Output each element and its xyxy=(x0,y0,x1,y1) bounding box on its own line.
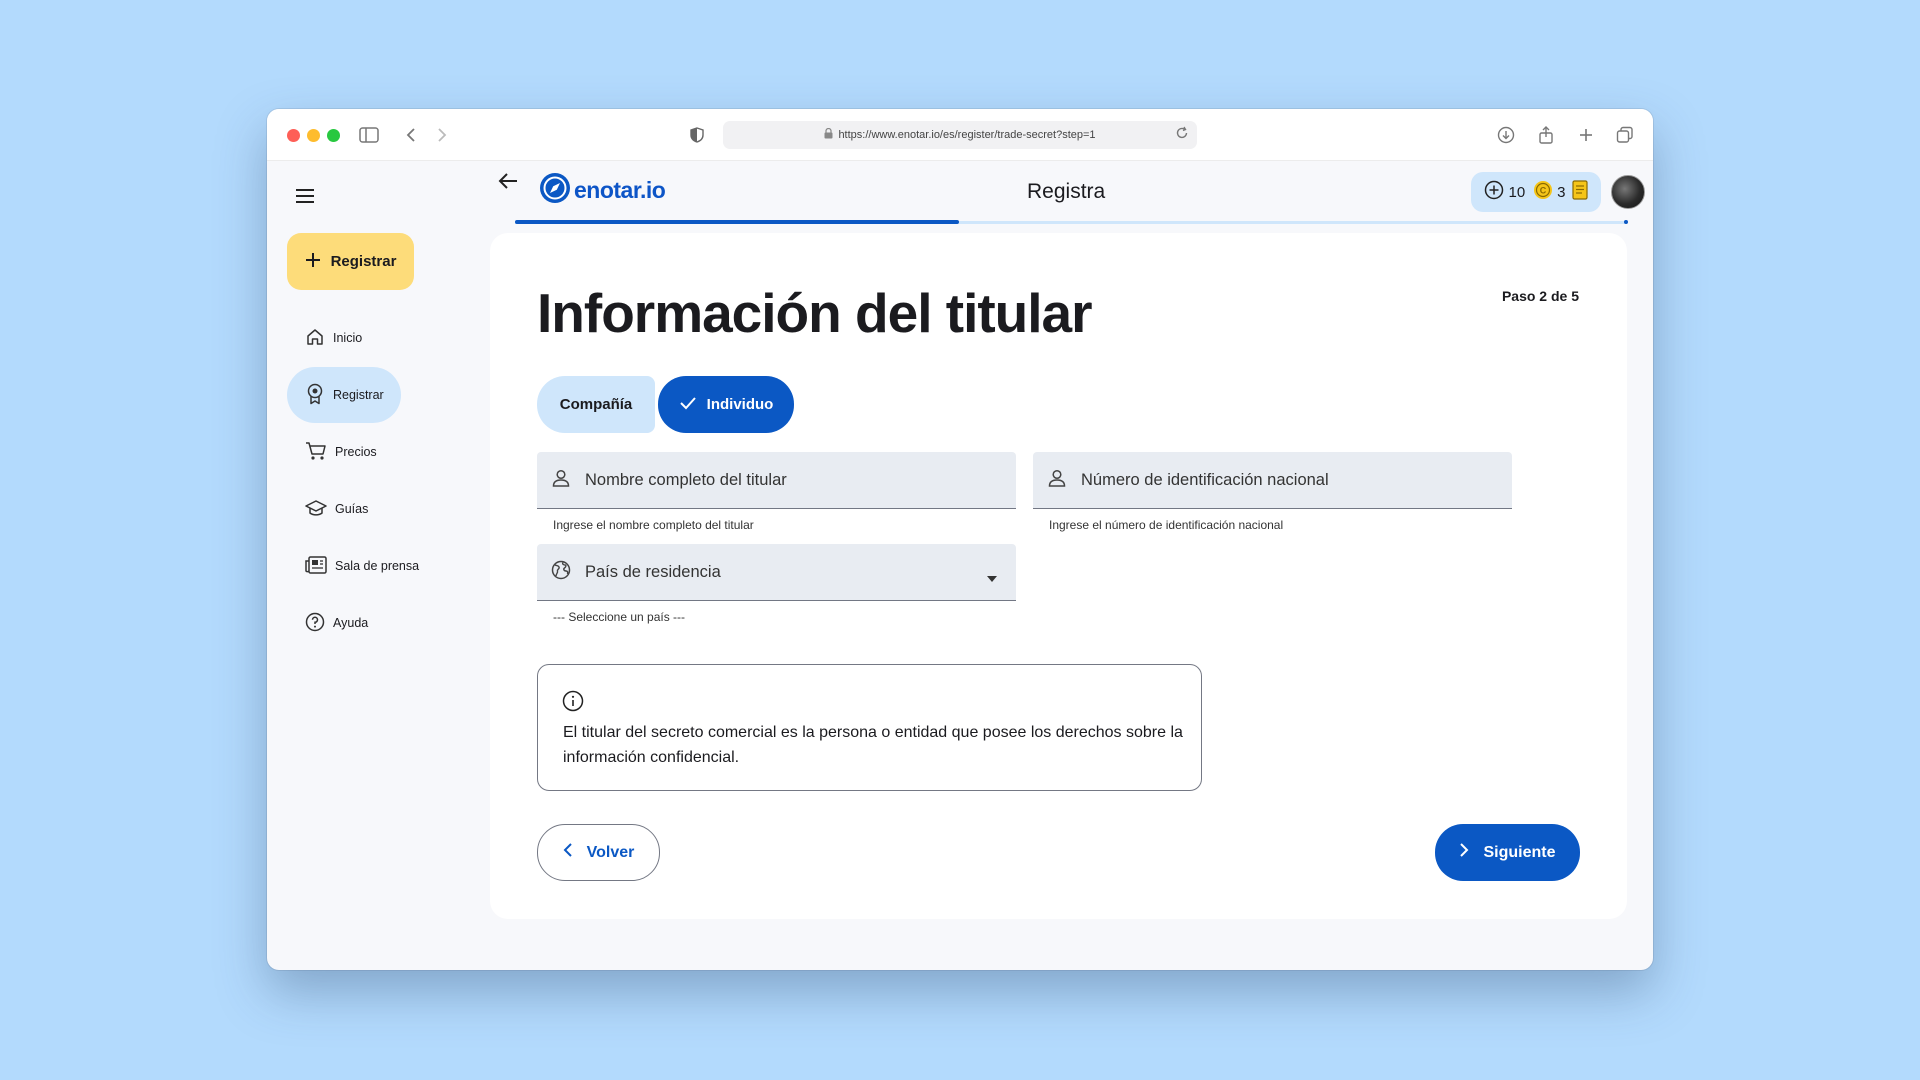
page-title: Información del titular xyxy=(537,282,1093,344)
sidebar-item-label: Precios xyxy=(335,445,377,459)
sidebar: Registrar Inicio Registrar Precios Guías xyxy=(267,161,487,970)
info-icon xyxy=(562,690,584,717)
sidebar-item-registrar[interactable]: Registrar xyxy=(287,367,401,423)
next-button[interactable]: Siguiente xyxy=(1435,824,1580,881)
next-button-label: Siguiente xyxy=(1483,843,1556,861)
download-icon[interactable] xyxy=(1494,123,1518,147)
page-header-title: Registra xyxy=(1027,180,1106,203)
home-icon xyxy=(305,327,325,350)
coin-icon: C xyxy=(1533,180,1553,204)
country-select-label: País de residencia xyxy=(585,562,721,581)
plus-credit-count: 10 xyxy=(1508,183,1526,201)
browser-forward-icon[interactable] xyxy=(430,123,454,147)
sidebar-item-ayuda[interactable]: Ayuda xyxy=(287,595,401,651)
privacy-shield-icon[interactable] xyxy=(685,123,709,147)
country-select[interactable]: País de residencia xyxy=(537,544,1016,601)
entity-type-label: Compañía xyxy=(559,396,633,413)
close-window-button[interactable] xyxy=(287,129,300,142)
register-cta-label: Registrar xyxy=(330,253,397,270)
entity-type-company-button[interactable]: Compañía xyxy=(537,376,655,433)
plus-circle-icon xyxy=(1484,180,1504,204)
entity-type-label: Individuo xyxy=(706,396,774,413)
chevron-down-icon xyxy=(986,569,998,588)
progress-end-dot xyxy=(1624,220,1628,224)
info-text: El titular del secreto comercial es la p… xyxy=(563,724,1183,766)
globe-icon xyxy=(551,560,571,585)
progress-fill xyxy=(515,220,959,224)
chevron-right-icon xyxy=(1459,843,1469,862)
country-helper: --- Seleccione un país --- xyxy=(553,610,686,624)
register-cta-button[interactable]: Registrar xyxy=(287,233,414,290)
maximize-window-button[interactable] xyxy=(327,129,340,142)
sidebar-toggle-icon[interactable] xyxy=(357,123,381,147)
menu-icon[interactable] xyxy=(294,187,318,211)
compass-logo-icon xyxy=(539,172,571,209)
person-icon xyxy=(1047,468,1067,493)
url-text: https://www.enotar.io/es/register/trade-… xyxy=(838,129,1096,141)
share-icon[interactable] xyxy=(1534,123,1558,147)
sidebar-item-label: Guías xyxy=(335,502,369,516)
sidebar-item-precios[interactable]: Precios xyxy=(287,424,401,480)
sidebar-item-inicio[interactable]: Inicio xyxy=(287,310,401,366)
back-button-label: Volver xyxy=(586,843,635,861)
sidebar-item-sala-de-prensa[interactable]: Sala de prensa xyxy=(287,538,437,594)
svg-text:C: C xyxy=(1540,186,1547,196)
minimize-window-button[interactable] xyxy=(307,129,320,142)
sidebar-item-label: Sala de prensa xyxy=(335,559,420,573)
full-name-input[interactable] xyxy=(585,470,1016,490)
new-tab-icon[interactable] xyxy=(1574,123,1598,147)
full-name-field[interactable] xyxy=(537,452,1016,509)
check-icon xyxy=(679,396,697,414)
browser-titlebar: https://www.enotar.io/es/register/trade-… xyxy=(267,109,1653,161)
sidebar-item-guias[interactable]: Guías xyxy=(287,481,401,537)
back-button[interactable]: Volver xyxy=(537,824,660,881)
credits-badge[interactable]: 10 C 3 xyxy=(1471,172,1601,212)
entity-type-individual-button[interactable]: Individuo xyxy=(658,376,794,433)
national-id-helper: Ingrese el número de identificación naci… xyxy=(1049,518,1284,532)
help-circle-icon xyxy=(305,612,325,635)
coin-credit-count: 3 xyxy=(1557,183,1566,201)
national-id-input[interactable] xyxy=(1081,470,1512,490)
logo-text: enotar.io xyxy=(574,177,666,203)
address-bar[interactable]: https://www.enotar.io/es/register/trade-… xyxy=(723,121,1197,149)
full-name-helper: Ingrese el nombre completo del titular xyxy=(553,518,754,532)
plus-icon xyxy=(305,252,321,272)
lock-icon xyxy=(824,127,833,142)
browser-back-icon[interactable] xyxy=(399,123,423,147)
person-icon xyxy=(551,468,571,493)
newspaper-icon xyxy=(305,555,327,578)
national-id-field[interactable] xyxy=(1033,452,1512,509)
chevron-left-icon xyxy=(563,843,573,862)
browser-window: https://www.enotar.io/es/register/trade-… xyxy=(267,109,1653,970)
certificate-icon xyxy=(1571,180,1588,204)
sidebar-item-label: Inicio xyxy=(333,331,363,345)
tab-overview-icon[interactable] xyxy=(1613,123,1637,147)
back-arrow-icon[interactable] xyxy=(497,171,521,195)
graduation-cap-icon xyxy=(305,499,327,520)
step-indicator: Paso 2 de 5 xyxy=(1501,288,1579,304)
sidebar-item-label: Ayuda xyxy=(333,616,369,630)
reload-icon[interactable] xyxy=(1175,126,1189,143)
sidebar-item-label: Registrar xyxy=(333,388,384,402)
enotario-logo[interactable]: enotar.io xyxy=(539,172,666,209)
form-card: Paso 2 de 5 Información del titular Comp… xyxy=(490,233,1627,919)
cart-icon xyxy=(305,441,327,464)
info-box: El titular del secreto comercial es la p… xyxy=(537,664,1202,791)
award-icon xyxy=(305,383,325,408)
user-avatar[interactable] xyxy=(1611,175,1645,209)
